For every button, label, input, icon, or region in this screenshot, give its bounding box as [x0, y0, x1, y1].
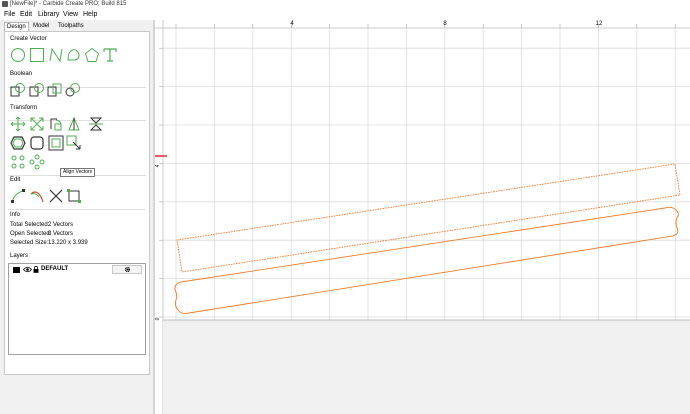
transform-heading: Transform	[10, 105, 38, 111]
align-icon[interactable]	[66, 135, 82, 151]
menu-edit[interactable]: Edit	[20, 9, 32, 20]
info-total-selected: Total Selected: 2 Vectors	[10, 222, 73, 228]
layers-list: DEFAULT	[8, 263, 146, 355]
app-icon	[2, 1, 8, 7]
menu-help[interactable]: Help	[83, 9, 97, 20]
intersect-icon[interactable]	[47, 82, 63, 98]
fillet-icon[interactable]	[29, 135, 45, 151]
trim-icon[interactable]	[29, 188, 45, 204]
boolean-heading: Boolean	[10, 71, 33, 77]
ruler-left-label: 0	[155, 317, 161, 320]
rectangle-icon[interactable]	[29, 47, 45, 63]
move-icon[interactable]	[10, 116, 26, 132]
offset-icon[interactable]	[10, 135, 26, 151]
canvas-off-stock	[163, 320, 690, 414]
polyline-icon[interactable]	[48, 47, 64, 63]
selected-size-label: Selected Size:	[10, 240, 49, 246]
left-ruler	[155, 20, 163, 414]
menu-file[interactable]: File	[4, 9, 15, 20]
design-canvas[interactable]: 4 8 12 4 0	[155, 20, 690, 414]
lock-icon[interactable]	[33, 265, 39, 273]
node-edit-icon[interactable]	[10, 188, 26, 204]
info-selected-size: Selected Size: 13.220 x 3.939	[10, 240, 88, 246]
window-title: [NewFile]* - Carbide Create PRO; Build 8…	[10, 1, 127, 7]
left-panel: Design Model Toolpaths Create Vector Boo…	[0, 20, 153, 414]
array-circle-icon[interactable]	[29, 154, 45, 170]
union-icon[interactable]	[10, 82, 26, 98]
mirror-icon[interactable]	[66, 116, 82, 132]
tab-design[interactable]: Design	[4, 22, 29, 31]
selected-vector-plank-bottom[interactable]	[174, 206, 679, 315]
curve-icon[interactable]	[66, 47, 82, 63]
separator	[8, 209, 146, 210]
weld-icon[interactable]	[65, 82, 81, 98]
align-vectors-tooltip: Align Vectors	[60, 168, 96, 177]
rotate-icon[interactable]	[48, 116, 64, 132]
layers-heading: Layers	[10, 253, 29, 259]
menu-view[interactable]: View	[63, 9, 78, 20]
scale-icon[interactable]	[29, 116, 45, 132]
polygon-icon[interactable]	[84, 47, 100, 63]
title-bar: [NewFile]* - Carbide Create PRO; Build 8…	[0, 0, 690, 9]
info-open-selected: Open Selected: 0 Vectors	[10, 231, 73, 237]
subtract-icon[interactable]	[29, 82, 45, 98]
mirror-vertical-icon[interactable]	[88, 116, 104, 132]
edit-heading: Edit	[10, 177, 21, 183]
layer-color-swatch[interactable]	[13, 267, 20, 273]
tab-toolpaths[interactable]: Toolpaths	[56, 22, 86, 31]
circle-icon[interactable]	[10, 47, 26, 63]
join-icon[interactable]	[66, 188, 82, 204]
tab-model[interactable]: Model	[31, 22, 51, 31]
top-ruler	[155, 20, 690, 28]
array-grid-icon[interactable]	[10, 154, 26, 170]
menu-library[interactable]: Library	[38, 9, 59, 20]
menu-bar: File Edit Library View Help	[0, 9, 690, 20]
gear-icon	[124, 266, 130, 273]
open-selected-label: Open Selected:	[10, 231, 52, 237]
total-selected-label: Total Selected:	[10, 222, 50, 228]
ruler-left-label: 4	[155, 164, 161, 167]
layer-name: DEFAULT	[41, 266, 69, 272]
layer-row[interactable]: DEFAULT	[10, 265, 145, 274]
group-icon[interactable]	[48, 135, 64, 151]
create-vector-heading: Create Vector	[10, 36, 47, 42]
cut-icon[interactable]	[48, 188, 64, 204]
canvas-svg: 4 8 12 4 0	[155, 20, 690, 414]
text-icon[interactable]	[102, 47, 118, 63]
info-heading: Info	[10, 212, 21, 218]
total-selected-value: 2 Vectors	[48, 222, 74, 228]
layer-settings-button[interactable]	[112, 265, 142, 274]
open-selected-value: 0 Vectors	[48, 231, 74, 237]
ruler-top-label: 12	[596, 21, 603, 27]
eye-icon[interactable]	[22, 266, 33, 273]
selected-size-value: 13.220 x 3.939	[48, 240, 88, 246]
